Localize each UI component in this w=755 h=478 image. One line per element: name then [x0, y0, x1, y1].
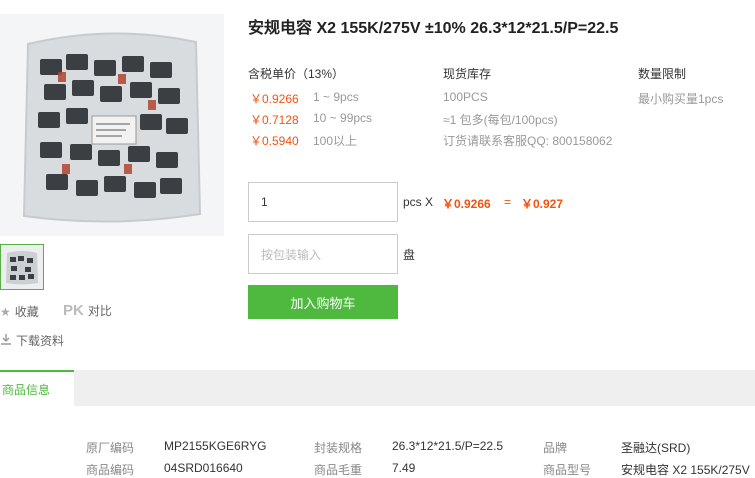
quantity-value: 1	[261, 195, 268, 209]
favorite-label: 收藏	[14, 305, 39, 319]
spec-label: 商品型号	[543, 463, 592, 477]
tier-range: 1 ~ 9pcs	[313, 90, 359, 104]
compare-action[interactable]: PK 对比	[63, 302, 112, 319]
unit-label: pcs X	[403, 195, 434, 209]
spec-label: 封装规格	[314, 441, 363, 455]
quantity-input[interactable]: 1	[248, 182, 398, 222]
tab-bar	[0, 370, 755, 406]
spec-value: 04SRD016640	[164, 461, 243, 475]
unit-price: ￥0.9266	[442, 197, 491, 211]
stock-pack: ≈1 包多(每包/100pcs)	[443, 113, 558, 127]
total-price: ￥0.927	[521, 197, 564, 211]
pk-icon: PK	[63, 302, 84, 319]
download-label: 下载资料	[16, 334, 65, 348]
tier-price: ￥0.7128	[250, 113, 299, 127]
tier-price: ￥0.5940	[250, 134, 299, 148]
tab-product-info[interactable]: 商品信息	[0, 370, 74, 406]
product-thumbnail[interactable]	[0, 244, 44, 290]
download-icon	[0, 333, 12, 348]
spec-value: 圣融达(SRD)	[621, 441, 691, 455]
pack-unit: 盘	[403, 248, 416, 262]
spec-value: 7.49	[392, 461, 416, 475]
spec-value: 26.3*12*21.5/P=22.5	[392, 439, 504, 453]
compare-label: 对比	[87, 304, 112, 318]
spec-label: 商品毛重	[314, 463, 363, 477]
stock-qty: 100PCS	[443, 90, 488, 104]
tier-range: 100以上	[313, 134, 358, 148]
pack-placeholder: 按包装输入	[261, 247, 322, 262]
download-action[interactable]: 下载资料	[0, 332, 64, 349]
spec-value: 安规电容 X2 155K/275V	[621, 463, 750, 477]
stock-contact: 订货请联系客服QQ: 800158062	[443, 134, 613, 148]
pack-input[interactable]: 按包装输入	[248, 234, 398, 274]
spec-label: 商品编码	[86, 463, 135, 477]
limit-min: 最小购买量1pcs	[638, 92, 724, 106]
price-header: 含税单价（13%）	[248, 67, 345, 81]
spec-label: 品牌	[543, 441, 568, 455]
tier-price: ￥0.9266	[250, 92, 299, 106]
add-to-cart-button[interactable]: 加入购物车	[248, 285, 398, 319]
spec-label: 原厂编码	[86, 441, 135, 455]
tier-range: 10 ~ 99pcs	[313, 111, 373, 125]
limit-header: 数量限制	[638, 67, 687, 81]
star-icon: ★	[0, 304, 11, 319]
equals-sign: =	[504, 195, 512, 209]
favorite-action[interactable]: ★ 收藏	[0, 303, 39, 320]
product-image[interactable]	[0, 14, 224, 236]
spec-value: MP2155KGE6RYG	[164, 439, 267, 453]
product-title: 安规电容 X2 155K/275V ±10% 26.3*12*21.5/P=22…	[248, 20, 619, 37]
stock-header: 现货库存	[443, 67, 492, 81]
